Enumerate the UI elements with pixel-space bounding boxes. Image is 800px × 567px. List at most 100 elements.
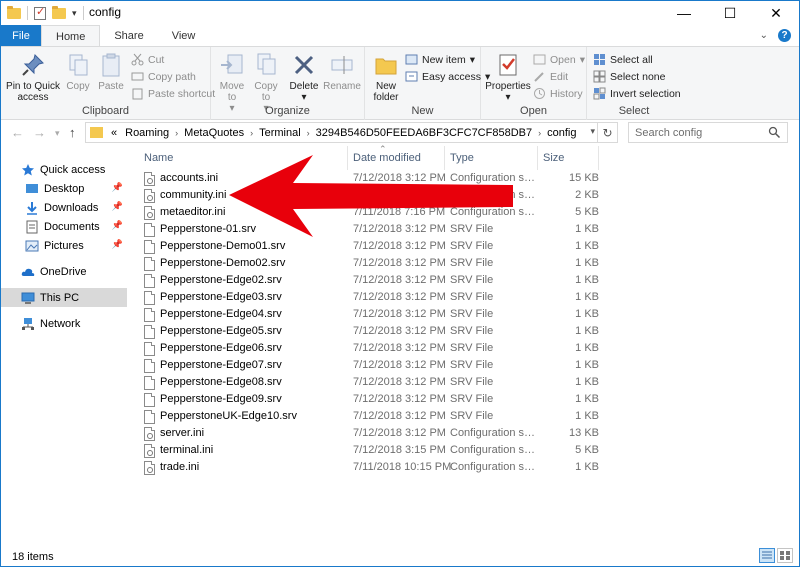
forward-arrow-icon[interactable]: →: [33, 125, 46, 140]
paste-button[interactable]: Paste: [95, 51, 127, 92]
file-name: terminal.ini: [160, 444, 214, 456]
nav-item-this-pc[interactable]: This PC: [1, 288, 127, 307]
maximize-button[interactable]: ☐: [707, 1, 753, 25]
large-icons-view-icon[interactable]: [777, 548, 793, 563]
table-row[interactable]: terminal.ini 7/12/2018 3:15 PM Configurati…: [139, 443, 599, 460]
new-folder-icon[interactable]: [52, 5, 66, 19]
new-folder-label: New folder: [373, 81, 399, 103]
pictures-icon: [25, 239, 39, 253]
move-to-label: Move to: [219, 81, 245, 103]
column-header-name[interactable]: Name: [139, 146, 348, 170]
refresh-icon[interactable]: ↻: [597, 123, 617, 142]
invert-selection-button[interactable]: Invert selection: [593, 85, 681, 102]
file-name: accounts.ini: [160, 172, 219, 184]
open-button[interactable]: Open ▾: [533, 51, 585, 68]
chevron-right-icon[interactable]: ›: [536, 128, 543, 138]
rename-button[interactable]: Rename: [323, 51, 361, 92]
easy-access-button[interactable]: Easy access ▾: [405, 68, 490, 85]
table-row[interactable]: Pepperstone-Edge08.srv 7/12/2018 3:12 PM S…: [139, 375, 599, 392]
column-header-date-modified[interactable]: Date modified: [348, 146, 445, 170]
chevron-right-icon[interactable]: ›: [173, 128, 180, 138]
tab-share[interactable]: Share: [100, 25, 157, 46]
table-row[interactable]: Pepperstone-Edge02.srv 7/12/2018 3:12 PM S…: [139, 273, 599, 290]
breadcrumb-terminal-id[interactable]: 3294B546D50FEEDA6BF3CFC7CF858DB7: [312, 127, 536, 139]
new-item-button[interactable]: New item ▾: [405, 51, 475, 68]
table-row[interactable]: trade.ini 7/11/2018 10:15 PM Configuration…: [139, 460, 599, 477]
copy-label: Copy: [66, 81, 90, 92]
select-none-button[interactable]: Select none: [593, 68, 665, 85]
column-header-size[interactable]: Size: [538, 146, 599, 170]
table-row[interactable]: Pepperstone-Edge05.srv 7/12/2018 3:12 PM S…: [139, 324, 599, 341]
breadcrumb-config[interactable]: config: [543, 127, 580, 139]
pin-icon[interactable]: 📌: [112, 182, 123, 193]
help-icon[interactable]: ?: [778, 29, 791, 42]
close-button[interactable]: ✕: [753, 1, 799, 25]
nav-item-network[interactable]: Network: [1, 314, 127, 333]
file-size: 1 KB: [575, 223, 599, 235]
breadcrumb-roaming[interactable]: Roaming: [121, 127, 173, 139]
table-row[interactable]: PepperstoneUK-Edge10.srv 7/12/2018 3:12 P…: [139, 409, 599, 426]
delete-button[interactable]: Delete ▾: [287, 51, 321, 103]
tab-home[interactable]: Home: [41, 25, 101, 47]
address-bar[interactable]: « Roaming › MetaQuotes › Terminal › 3294…: [85, 122, 618, 143]
minimize-button[interactable]: —: [661, 1, 707, 25]
table-row[interactable]: community.ini 7/12/2018 3:12 PM Configurat…: [139, 188, 599, 205]
nav-item-onedrive[interactable]: OneDrive: [1, 262, 127, 281]
new-folder-button[interactable]: New folder: [369, 51, 403, 103]
copy-path-button[interactable]: Copy path: [131, 68, 196, 85]
table-row[interactable]: Pepperstone-Demo02.srv 7/12/2018 3:12 PM S…: [139, 256, 599, 273]
table-row[interactable]: Pepperstone-Edge04.srv 7/12/2018 3:12 PM S…: [139, 307, 599, 324]
open-group-label: Open: [520, 105, 547, 117]
table-row[interactable]: Pepperstone-Edge07.srv 7/12/2018 3:12 PM S…: [139, 358, 599, 375]
nav-item-desktop[interactable]: Desktop 📌: [1, 179, 127, 198]
table-row[interactable]: Pepperstone-Edge09.srv 7/12/2018 3:12 PM S…: [139, 392, 599, 409]
navigation-pane: Quick access Desktop 📌 Downloads 📌 Docum…: [1, 146, 129, 546]
breadcrumb-overflow[interactable]: «: [107, 127, 121, 139]
file-icon: [144, 342, 155, 356]
properties-button[interactable]: Properties ▾: [485, 51, 531, 103]
breadcrumb-metaquotes[interactable]: MetaQuotes: [180, 127, 248, 139]
nav-item-label: This PC: [40, 291, 80, 304]
tab-view[interactable]: View: [158, 25, 210, 46]
pin-to-quick-access-button[interactable]: Pin to Quick access: [5, 51, 61, 103]
table-row[interactable]: accounts.ini 7/12/2018 3:12 PM Configurati…: [139, 171, 599, 188]
properties-icon[interactable]: [34, 5, 46, 20]
chevron-right-icon[interactable]: ›: [305, 128, 312, 138]
cut-button[interactable]: Cut: [131, 51, 164, 68]
table-row[interactable]: server.ini 7/12/2018 3:12 PM Configuration…: [139, 426, 599, 443]
back-arrow-icon[interactable]: ←: [11, 125, 24, 140]
copy-button[interactable]: Copy: [63, 51, 93, 92]
details-view-icon[interactable]: [759, 548, 775, 563]
address-dropdown-icon[interactable]: ▾: [590, 126, 595, 137]
table-row[interactable]: Pepperstone-01.srv 7/12/2018 3:12 PM SRV F…: [139, 222, 599, 239]
edit-button[interactable]: Edit: [533, 68, 568, 85]
column-header-type[interactable]: Type: [445, 146, 538, 170]
chevron-right-icon[interactable]: ›: [248, 128, 255, 138]
history-button[interactable]: History: [533, 85, 583, 102]
nav-item-pictures[interactable]: Pictures 📌: [1, 236, 127, 255]
nav-item-downloads[interactable]: Downloads 📌: [1, 198, 127, 217]
select-all-button[interactable]: Select all: [593, 51, 653, 68]
select-group: Select all Select none Invert selection …: [587, 47, 681, 120]
pin-icon[interactable]: 📌: [112, 239, 123, 250]
breadcrumb-terminal[interactable]: Terminal: [255, 127, 305, 139]
table-row[interactable]: metaeditor.ini 7/11/2018 7:16 PM Configura…: [139, 205, 599, 222]
pin-icon[interactable]: 📌: [112, 201, 123, 212]
item-count: 18 items: [12, 551, 54, 563]
table-row[interactable]: Pepperstone-Edge06.srv 7/12/2018 3:12 PM S…: [139, 341, 599, 358]
table-row[interactable]: Pepperstone-Edge03.srv 7/12/2018 3:12 PM S…: [139, 290, 599, 307]
table-row[interactable]: Pepperstone-Demo01.srv 7/12/2018 3:12 PM S…: [139, 239, 599, 256]
search-box[interactable]: [628, 122, 788, 143]
pin-icon[interactable]: 📌: [112, 220, 123, 231]
search-input[interactable]: [635, 126, 765, 139]
paste-shortcut-button[interactable]: Paste shortcut: [131, 85, 215, 102]
up-arrow-icon[interactable]: ↑: [69, 125, 76, 140]
recent-locations-chevron-icon[interactable]: ▾: [55, 128, 60, 139]
nav-item-quick-access[interactable]: Quick access: [1, 160, 127, 179]
collapse-ribbon-icon[interactable]: ⌄: [760, 30, 768, 41]
tab-file[interactable]: File: [1, 25, 41, 46]
config-file-icon: [144, 444, 155, 458]
nav-item-documents[interactable]: Documents 📌: [1, 217, 127, 236]
file-name: Pepperstone-01.srv: [160, 223, 256, 235]
customize-toolbar-dropdown-icon[interactable]: ▾: [72, 8, 77, 19]
